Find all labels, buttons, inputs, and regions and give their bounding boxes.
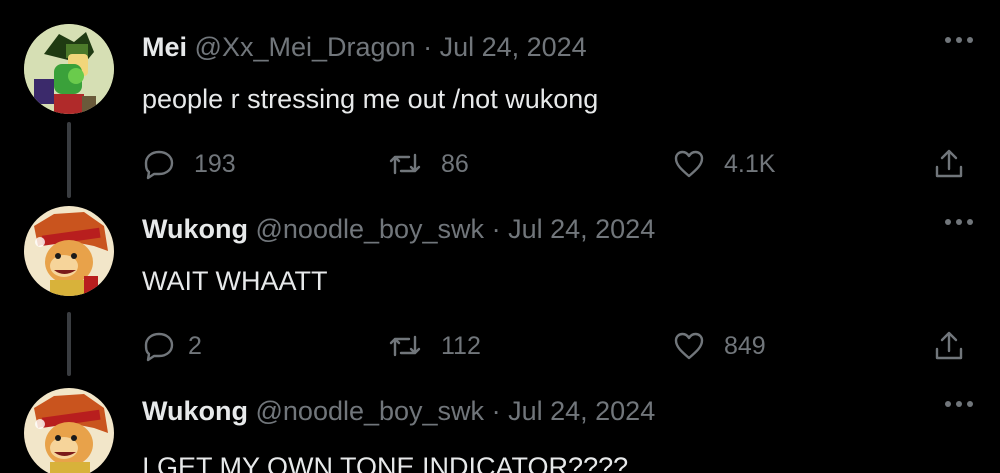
like-count: 849: [724, 331, 766, 360]
monkey-king-avatar-icon: [24, 388, 114, 473]
share-button[interactable]: [932, 326, 966, 366]
avatar[interactable]: [24, 388, 114, 473]
reply-button[interactable]: 193: [142, 144, 236, 184]
share-icon: [935, 149, 963, 178]
more-dots-icon: [945, 401, 973, 407]
handle[interactable]: @Xx_Mei_Dragon: [195, 32, 416, 62]
like-count: 4.1K: [724, 149, 776, 178]
more-options-button[interactable]: [942, 30, 976, 50]
tweet[interactable]: Wukong @noodle_boy_swk · Jul 24, 2024 WA…: [0, 202, 1000, 382]
thread-line: [67, 122, 71, 198]
handle[interactable]: @noodle_boy_swk: [256, 214, 485, 244]
reply-count: 2: [188, 331, 202, 360]
display-name[interactable]: Mei: [142, 32, 187, 62]
green-dragon-avatar-icon: [24, 24, 114, 114]
timestamp[interactable]: Jul 24, 2024: [508, 214, 655, 244]
reply-count: 193: [194, 149, 236, 178]
more-dots-icon: [945, 37, 973, 43]
retweet-count: 112: [441, 331, 481, 360]
share-icon: [935, 331, 963, 360]
tweet-text: I GET MY OWN TONE INDICATOR????: [142, 452, 629, 473]
handle[interactable]: @noodle_boy_swk: [256, 396, 485, 426]
more-dots-icon: [945, 219, 973, 225]
more-options-button[interactable]: [942, 394, 976, 414]
like-button[interactable]: 4.1K: [672, 144, 775, 184]
thread-line: [67, 312, 71, 376]
like-button[interactable]: 849: [672, 326, 766, 366]
retweet-icon: [389, 335, 421, 357]
reply-icon: [144, 150, 174, 180]
tweet[interactable]: Mei @Xx_Mei_Dragon · Jul 24, 2024 people…: [0, 20, 1000, 200]
avatar[interactable]: [24, 24, 114, 114]
avatar[interactable]: [24, 206, 114, 296]
timeline: Mei @Xx_Mei_Dragon · Jul 24, 2024 people…: [0, 0, 1000, 473]
share-button[interactable]: [932, 144, 966, 184]
retweet-button[interactable]: 86: [387, 144, 469, 184]
separator: ·: [491, 214, 501, 244]
heart-icon: [674, 332, 704, 360]
heart-icon: [674, 150, 704, 178]
more-options-button[interactable]: [942, 212, 976, 232]
reply-button[interactable]: 2: [142, 326, 202, 366]
timestamp[interactable]: Jul 24, 2024: [508, 396, 655, 426]
retweet-icon: [389, 153, 421, 175]
retweet-count: 86: [441, 149, 469, 178]
timestamp[interactable]: Jul 24, 2024: [440, 32, 587, 62]
separator: ·: [491, 396, 501, 426]
reply-icon: [144, 332, 174, 362]
tweet-text: WAIT WHAATT: [142, 266, 328, 296]
monkey-king-avatar-icon: [24, 206, 114, 296]
display-name[interactable]: Wukong: [142, 396, 248, 426]
tweet-header: Mei @Xx_Mei_Dragon · Jul 24, 2024: [142, 30, 587, 64]
action-bar: 193 86 4.1K: [142, 144, 982, 184]
action-bar: 2 112 849: [142, 326, 982, 366]
tweet-text: people r stressing me out /not wukong: [142, 84, 599, 114]
display-name[interactable]: Wukong: [142, 214, 248, 244]
tweet-header: Wukong @noodle_boy_swk · Jul 24, 2024: [142, 212, 655, 246]
retweet-button[interactable]: 112: [387, 326, 481, 366]
tweet[interactable]: Wukong @noodle_boy_swk · Jul 24, 2024 I …: [0, 384, 1000, 473]
separator: ·: [423, 32, 433, 62]
tweet-header: Wukong @noodle_boy_swk · Jul 24, 2024: [142, 394, 655, 428]
